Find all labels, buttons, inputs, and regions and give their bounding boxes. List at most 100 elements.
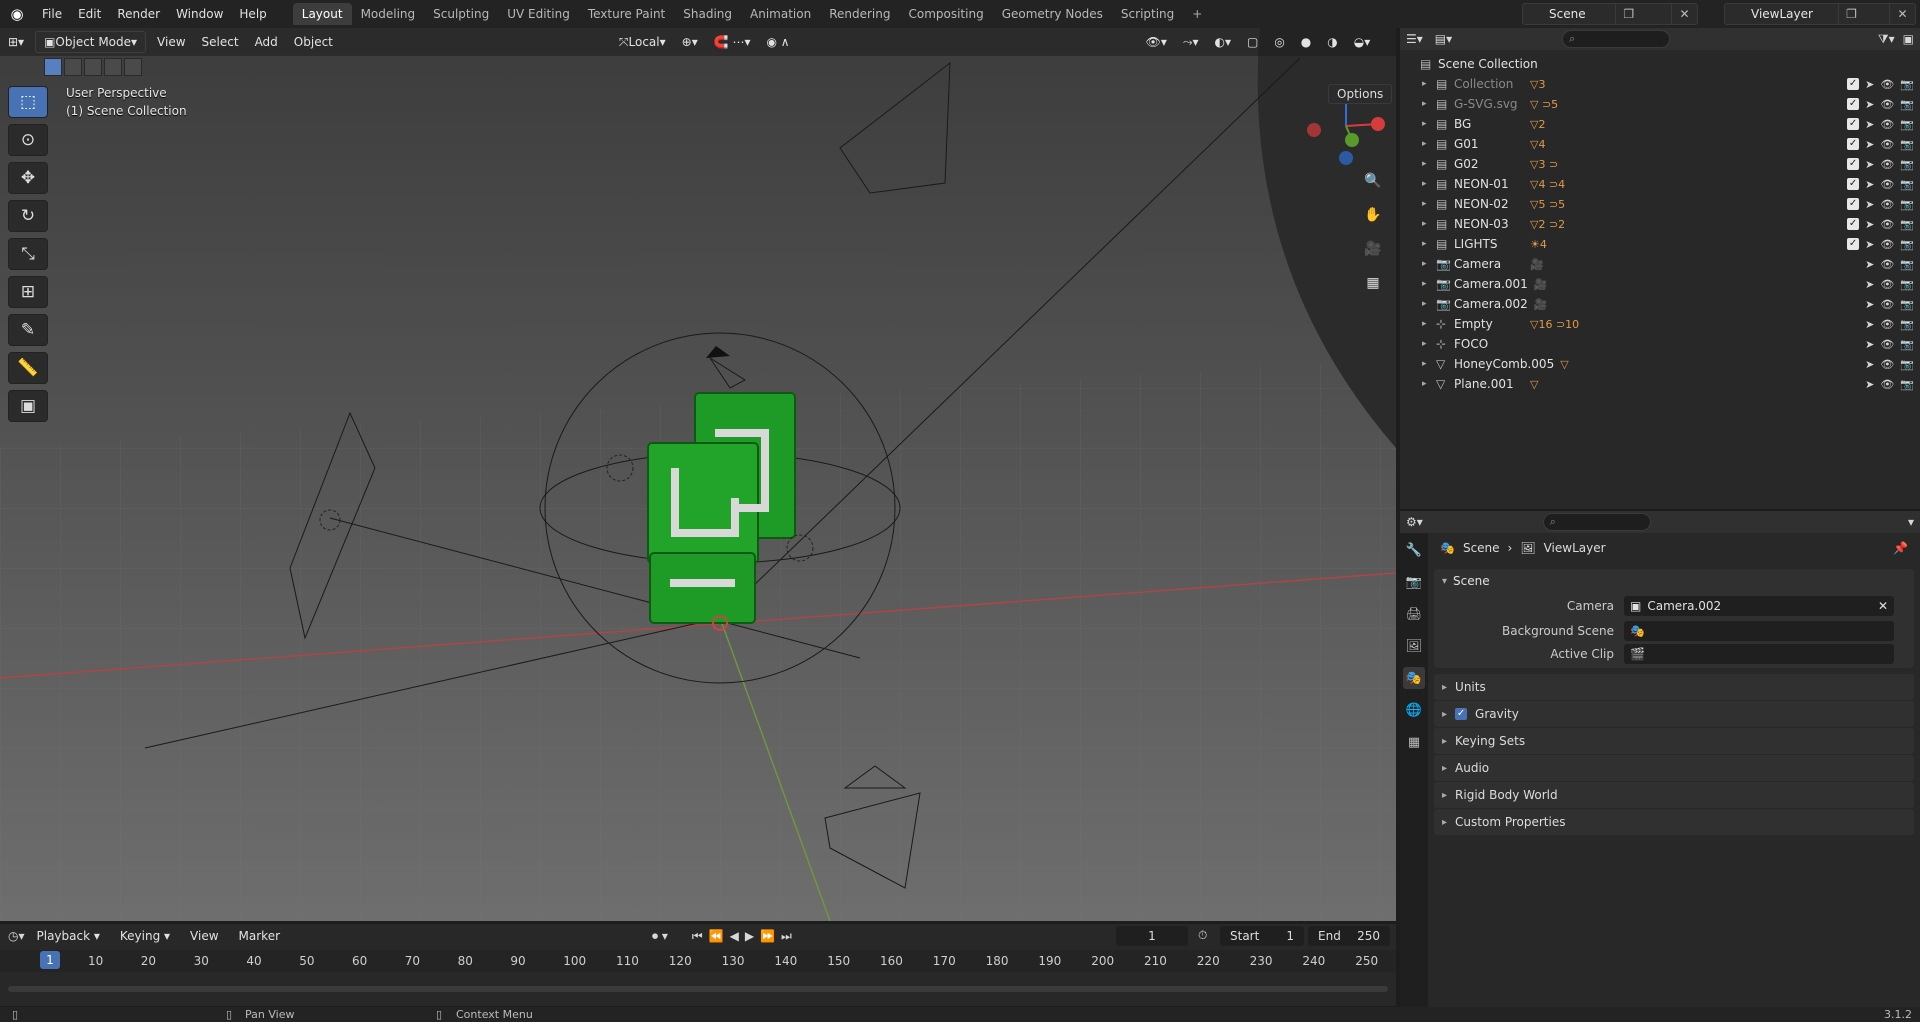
- properties-search-input[interactable]: ⌕: [1542, 513, 1651, 531]
- expand-chevron-icon[interactable]: ▸: [1422, 199, 1436, 209]
- rotate-icon[interactable]: ↻: [8, 200, 48, 232]
- expand-chevron-icon[interactable]: ▸: [1422, 159, 1436, 169]
- menu-edit[interactable]: Edit: [70, 0, 109, 28]
- tab-animation[interactable]: Animation: [741, 3, 820, 25]
- render-camera-icon[interactable]: 📷: [1900, 238, 1914, 251]
- xray-icon[interactable]: ▢: [1239, 31, 1266, 53]
- shading-wireframe-icon[interactable]: ◎: [1266, 31, 1292, 53]
- menu-render[interactable]: Render: [109, 0, 168, 28]
- shading-material-icon[interactable]: ◑: [1319, 31, 1345, 53]
- menu-help[interactable]: Help: [231, 0, 274, 28]
- scene-tab-icon[interactable]: 🎭: [1403, 667, 1425, 689]
- selectable-arrow-icon[interactable]: ➤: [1865, 138, 1874, 151]
- selectable-arrow-icon[interactable]: ➤: [1865, 338, 1874, 351]
- expand-chevron-icon[interactable]: ▸: [1422, 239, 1436, 249]
- outliner-row[interactable]: ▸ ▤ G01 ▽4 ✓ ➤ 👁 📷: [1400, 134, 1920, 154]
- outliner-row[interactable]: ▸ ▤ NEON-03 ▽2 ⊃2 ✓ ➤ 👁 📷: [1400, 214, 1920, 234]
- render-camera-icon[interactable]: 📷: [1900, 318, 1914, 331]
- exclude-checkbox[interactable]: ✓: [1847, 198, 1860, 210]
- exclude-checkbox[interactable]: ✓: [1847, 98, 1860, 110]
- tab-shading[interactable]: Shading: [674, 3, 741, 25]
- overlay-toggle-icon[interactable]: ◐▾: [1206, 31, 1239, 53]
- subpanel-audio[interactable]: ▸ Audio: [1434, 755, 1914, 781]
- menu-timeline-view[interactable]: View: [182, 925, 226, 947]
- 3d-viewport[interactable]: ⊞▾ ▣ Object Mode ▾ View Select Add Objec…: [0, 28, 1396, 921]
- outliner-row[interactable]: ▸ ▽ HoneyComb.005 ▽ ➤ 👁 📷: [1400, 354, 1920, 374]
- outliner-row[interactable]: ▸ ⊹ FOCO ➤ 👁 📷: [1400, 334, 1920, 354]
- expand-chevron-icon[interactable]: ▸: [1422, 99, 1436, 109]
- eye-icon[interactable]: 👁: [1880, 298, 1894, 311]
- playback-controls[interactable]: ⏮⏪◀▶⏩⏭: [692, 929, 798, 944]
- camera-field[interactable]: ▣ Camera.002 ✕: [1624, 595, 1894, 616]
- eye-icon[interactable]: 👁: [1880, 378, 1894, 391]
- proportional-edit-icon[interactable]: ◉ ∧: [759, 31, 798, 53]
- eye-icon[interactable]: 👁: [1880, 78, 1894, 91]
- select-invert-icon[interactable]: [104, 58, 122, 76]
- menu-view[interactable]: View: [149, 31, 193, 53]
- world-tab-icon[interactable]: 🌐: [1403, 699, 1425, 721]
- render-camera-icon[interactable]: 📷: [1900, 298, 1914, 311]
- outliner-row[interactable]: ▸ ▤ BG ▽2 ✓ ➤ 👁 📷: [1400, 114, 1920, 134]
- render-tab-icon[interactable]: 📷: [1403, 571, 1425, 593]
- eye-icon[interactable]: 👁: [1880, 318, 1894, 331]
- exclude-checkbox[interactable]: ✓: [1847, 78, 1860, 90]
- start-frame-field[interactable]: Start 1: [1220, 926, 1304, 946]
- move-icon[interactable]: ✥: [8, 162, 48, 194]
- subpanel-custom-properties[interactable]: ▸ Custom Properties: [1434, 809, 1914, 835]
- expand-chevron-icon[interactable]: ▸: [1422, 179, 1436, 189]
- outliner-row[interactable]: ▸ ▤ NEON-01 ▽4 ⊃4 ✓ ➤ 👁 📷: [1400, 174, 1920, 194]
- exclude-checkbox[interactable]: ✓: [1847, 218, 1860, 230]
- exclude-checkbox[interactable]: ✓: [1847, 118, 1860, 130]
- options-chevron-icon[interactable]: ▾: [1908, 515, 1914, 529]
- timeline-scrollbar[interactable]: [8, 986, 1388, 992]
- select-box-icon[interactable]: ⬚: [8, 86, 48, 118]
- outliner-row[interactable]: ▸ ⊹ Empty ▽16 ⊃10 ➤ 👁 📷: [1400, 314, 1920, 334]
- selectable-arrow-icon[interactable]: ➤: [1865, 78, 1874, 91]
- current-frame-field[interactable]: 1: [1116, 926, 1188, 946]
- tab-uv-editing[interactable]: UV Editing: [498, 3, 579, 25]
- outliner-row[interactable]: ▸ 📷 Camera.002 🎥 ➤ 👁 📷: [1400, 294, 1920, 314]
- eye-icon[interactable]: 👁: [1880, 118, 1894, 131]
- tab-modeling[interactable]: Modeling: [352, 3, 425, 25]
- expand-chevron-icon[interactable]: ▸: [1422, 299, 1436, 309]
- outliner-editor-icon[interactable]: ☰▾: [1406, 32, 1423, 46]
- outliner-search-input[interactable]: ⌕: [1562, 30, 1671, 48]
- tab-compositing[interactable]: Compositing: [899, 3, 992, 25]
- delete-view-layer-icon[interactable]: ✕: [1889, 4, 1915, 24]
- transform-icon[interactable]: ⊞: [8, 276, 48, 308]
- outliner-row[interactable]: ▸ ▤ NEON-02 ▽5 ⊃5 ✓ ➤ 👁 📷: [1400, 194, 1920, 214]
- subpanel-gravity[interactable]: ▸ ✓ Gravity: [1434, 701, 1914, 727]
- pivot-icon[interactable]: ⊕▾: [674, 31, 706, 53]
- selectable-arrow-icon[interactable]: ➤: [1865, 318, 1874, 331]
- selectable-arrow-icon[interactable]: ➤: [1865, 358, 1874, 371]
- render-camera-icon[interactable]: 📷: [1900, 98, 1914, 111]
- expand-chevron-icon[interactable]: ▸: [1422, 219, 1436, 229]
- tab-texture-paint[interactable]: Texture Paint: [579, 3, 674, 25]
- pan-hand-icon[interactable]: ✋: [1360, 202, 1386, 228]
- expand-chevron-icon[interactable]: ▸: [1422, 79, 1436, 89]
- outliner-row[interactable]: ▸ ▤ Collection ▽3 ✓ ➤ 👁 📷: [1400, 74, 1920, 94]
- output-tab-icon[interactable]: 🖨: [1403, 603, 1425, 625]
- menu-object[interactable]: Object: [286, 31, 341, 53]
- outliner-row[interactable]: ▸ ▽ Plane.001 ▽ ➤ 👁 📷: [1400, 374, 1920, 394]
- select-intersect-icon[interactable]: [124, 58, 142, 76]
- exclude-checkbox[interactable]: ✓: [1847, 158, 1860, 170]
- render-camera-icon[interactable]: 📷: [1900, 218, 1914, 231]
- expand-chevron-icon[interactable]: ▸: [1422, 379, 1436, 389]
- eye-icon[interactable]: 👁: [1880, 178, 1894, 191]
- render-camera-icon[interactable]: 📷: [1900, 258, 1914, 271]
- select-subtract-icon[interactable]: [84, 58, 102, 76]
- display-mode-icon[interactable]: ▤▾: [1435, 32, 1452, 46]
- stopwatch-icon[interactable]: ⏱: [1198, 928, 1207, 943]
- tool-tab-icon[interactable]: 🔧: [1403, 539, 1425, 561]
- outliner-row[interactable]: ▸ ▤ G02 ▽3 ⊃ ✓ ➤ 👁 📷: [1400, 154, 1920, 174]
- clear-icon[interactable]: ✕: [1878, 599, 1888, 613]
- eye-icon[interactable]: 👁: [1880, 338, 1894, 351]
- transform-orientation-dropdown[interactable]: ⤧ Local ▾: [611, 31, 674, 53]
- tab-geometry-nodes[interactable]: Geometry Nodes: [993, 3, 1112, 25]
- selectable-arrow-icon[interactable]: ➤: [1865, 98, 1874, 111]
- snap-icon[interactable]: 🧲 ⋯▾: [706, 31, 759, 53]
- expand-chevron-icon[interactable]: ▸: [1422, 119, 1436, 129]
- menu-add[interactable]: Add: [247, 31, 286, 53]
- new-collection-icon[interactable]: ▣: [1903, 32, 1914, 46]
